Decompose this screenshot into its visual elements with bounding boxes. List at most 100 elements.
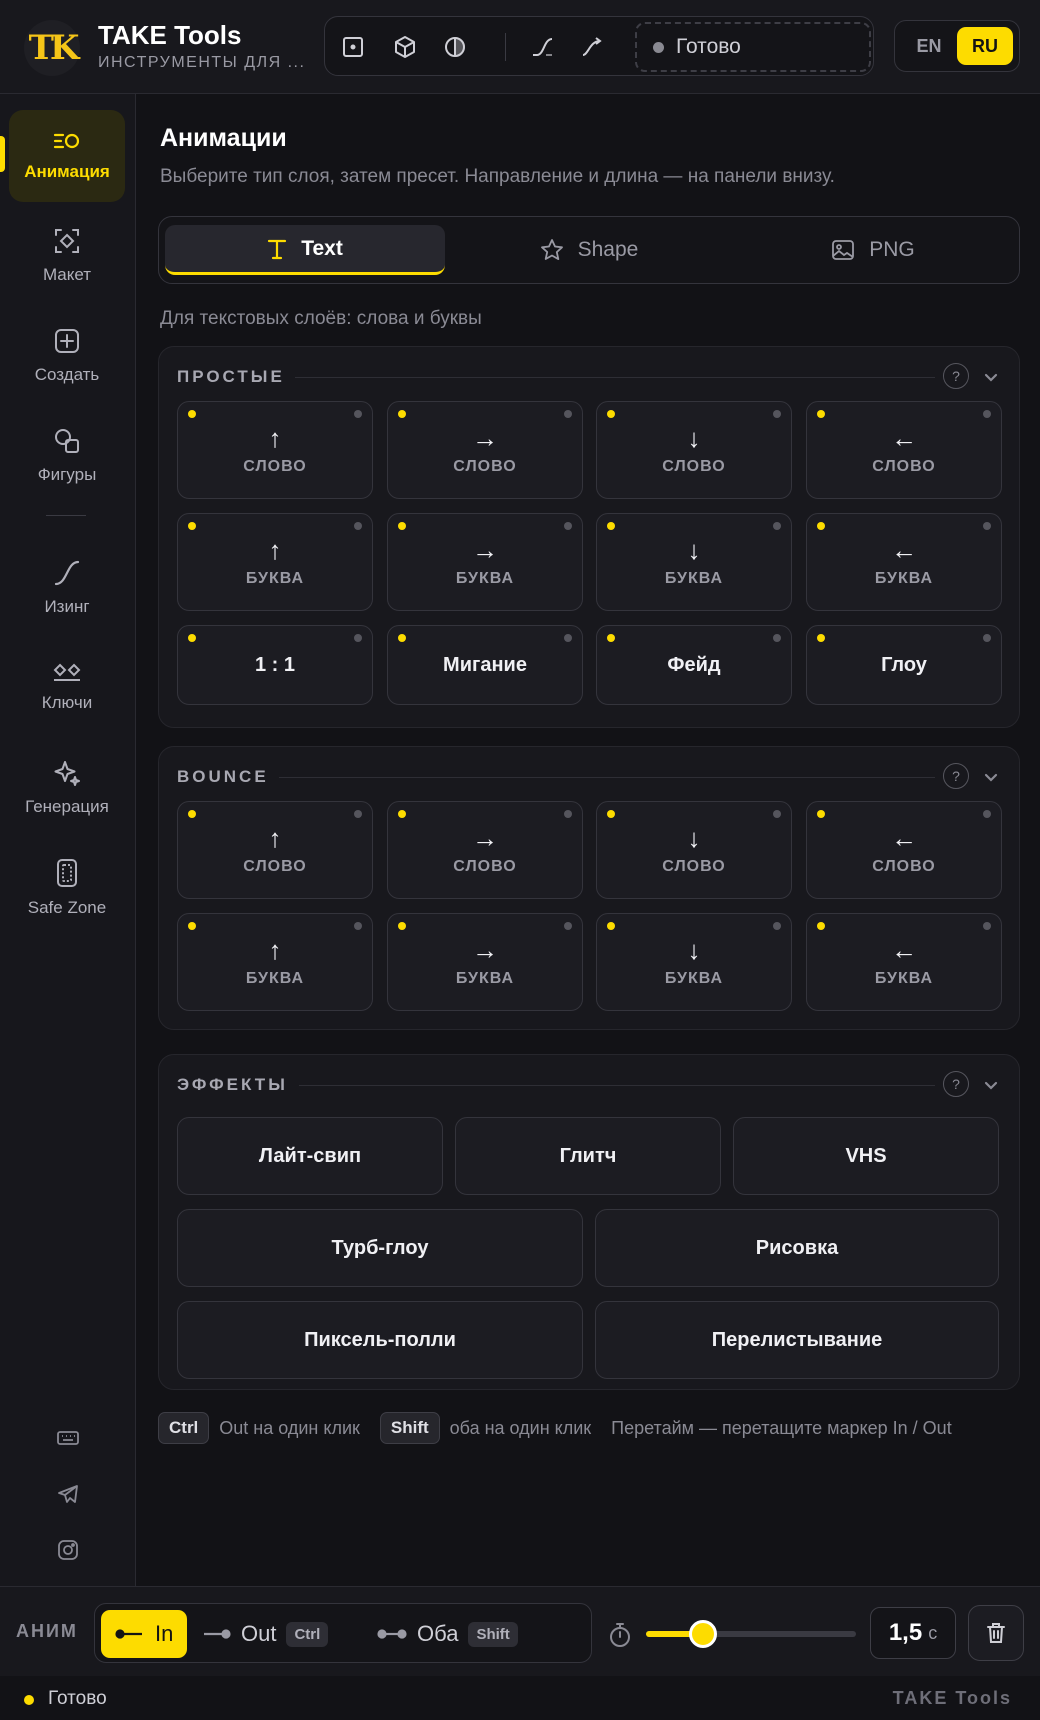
- mode-out-button[interactable]: Out Ctrl: [201, 1610, 329, 1658]
- sidebar-item-animation[interactable]: Анимация: [9, 110, 125, 202]
- out-dot: [564, 634, 572, 642]
- sidebar-item-keys[interactable]: Ключи: [9, 642, 125, 734]
- preset-card[interactable]: ↓ СЛОВО: [596, 801, 792, 899]
- layer-hint: Для текстовых слоёв: слова и буквы: [160, 308, 482, 329]
- effect-turb-glow[interactable]: Турб-глоу: [177, 1209, 583, 1287]
- effect-pixel-poly[interactable]: Пиксель-полли: [177, 1301, 583, 1379]
- section-effects: ЭФФЕКТЫ ? Лайт-свип Глитч VHS Турб-глоу …: [158, 1054, 1020, 1390]
- preset-card[interactable]: ↓ БУКВА: [596, 913, 792, 1011]
- sidebar-item-create[interactable]: Создать: [9, 310, 125, 402]
- sidebar-item-label: Макет: [42, 265, 92, 284]
- direction-arrow-icon: ↑: [268, 823, 282, 853]
- preset-card[interactable]: Мигание: [387, 625, 583, 705]
- active-indicator: [0, 136, 5, 172]
- in-dot: [817, 922, 825, 930]
- preset-card[interactable]: → БУКВА: [387, 913, 583, 1011]
- ease-out-icon[interactable]: [573, 27, 613, 67]
- preset-card[interactable]: → СЛОВО: [387, 401, 583, 499]
- ease-in-icon[interactable]: [523, 27, 563, 67]
- ctrl-key-badge: Ctrl: [158, 1412, 210, 1444]
- section-rule: [299, 1085, 935, 1086]
- tab-shape[interactable]: Shape: [449, 225, 729, 275]
- preset-card[interactable]: 1 : 1: [177, 625, 373, 705]
- duration-field[interactable]: 1,5 с: [870, 1607, 956, 1659]
- direction-arrow-icon: ↓: [687, 823, 701, 853]
- out-dot: [773, 922, 781, 930]
- keyboard-icon[interactable]: [54, 1424, 82, 1452]
- effect-light-sweep[interactable]: Лайт-свип: [177, 1117, 443, 1195]
- language-switcher: EN RU: [894, 20, 1020, 72]
- preset-card[interactable]: ↑ СЛОВО: [177, 401, 373, 499]
- lang-ru-button[interactable]: RU: [957, 27, 1013, 65]
- anchor-point-icon[interactable]: [333, 27, 373, 67]
- brand-label: TAKE Tools: [892, 1688, 1012, 1708]
- contrast-icon[interactable]: [435, 27, 475, 67]
- plus-square-icon: [55, 329, 79, 353]
- preset-label: СЛОВО: [662, 858, 726, 875]
- preset-card[interactable]: ← БУКВА: [806, 913, 1002, 1011]
- mode-in-button[interactable]: In: [101, 1610, 188, 1658]
- chevron-down-icon[interactable]: [981, 767, 1001, 787]
- tab-text[interactable]: Text: [165, 225, 445, 275]
- shortcut-hints: Ctrl Out на один клик Shift оба на один …: [158, 1410, 952, 1446]
- preset-label: Глоу: [881, 653, 927, 676]
- effect-page-flip[interactable]: Перелистывание: [595, 1301, 999, 1379]
- lang-en-button[interactable]: EN: [901, 27, 957, 65]
- preset-label: 1 : 1: [254, 653, 296, 676]
- help-icon[interactable]: ?: [943, 1071, 969, 1097]
- slider-knob[interactable]: [688, 1620, 717, 1648]
- help-icon[interactable]: ?: [943, 763, 969, 789]
- preset-card[interactable]: ↑ БУКВА: [177, 913, 373, 1011]
- tab-png[interactable]: PNG: [733, 225, 1013, 275]
- page-subtitle: Выберите тип слоя, затем пресет. Направл…: [160, 166, 835, 187]
- effect-glitch[interactable]: Глитч: [455, 1117, 721, 1195]
- trash-icon: [987, 1623, 1005, 1643]
- preset-card[interactable]: ← СЛОВО: [806, 801, 1002, 899]
- preset-card[interactable]: ↓ СЛОВО: [596, 401, 792, 499]
- preset-card[interactable]: ← БУКВА: [806, 513, 1002, 611]
- sidebar: Анимация Макет Создать Фигуры Изинг Ключ…: [0, 94, 136, 1586]
- app-title: TAKE Tools: [98, 20, 242, 50]
- mode-both-button[interactable]: Оба Shift: [377, 1610, 518, 1658]
- chevron-down-icon[interactable]: [981, 1075, 1001, 1095]
- instagram-icon[interactable]: [54, 1536, 82, 1564]
- telegram-icon[interactable]: [54, 1480, 82, 1508]
- effect-draw[interactable]: Рисовка: [595, 1209, 999, 1287]
- preset-card[interactable]: Фейд: [596, 625, 792, 705]
- out-dot: [354, 410, 362, 418]
- out-dot: [983, 634, 991, 642]
- sidebar-item-generation[interactable]: Генерация: [9, 742, 125, 834]
- preset-card[interactable]: → СЛОВО: [387, 801, 583, 899]
- preset-label: БУКВА: [455, 570, 515, 587]
- in-dot: [398, 810, 406, 818]
- delete-button[interactable]: [968, 1605, 1024, 1661]
- help-icon[interactable]: ?: [943, 363, 969, 389]
- preset-label: БУКВА: [664, 570, 724, 587]
- status-text: Готово: [48, 1688, 107, 1709]
- sidebar-item-easing[interactable]: Изинг: [9, 542, 125, 634]
- preset-card[interactable]: ↑ БУКВА: [177, 513, 373, 611]
- preset-card[interactable]: → БУКВА: [387, 513, 583, 611]
- duration-slider[interactable]: [646, 1620, 856, 1648]
- direction-arrow-icon: →: [472, 423, 498, 453]
- in-dot: [398, 522, 406, 530]
- chevron-down-icon[interactable]: [981, 367, 1001, 387]
- sidebar-item-shapes[interactable]: Фигуры: [9, 410, 125, 502]
- preset-card[interactable]: ↑ СЛОВО: [177, 801, 373, 899]
- preset-card[interactable]: ↓ БУКВА: [596, 513, 792, 611]
- preset-card[interactable]: ← СЛОВО: [806, 401, 1002, 499]
- preset-label: БУКВА: [245, 570, 305, 587]
- in-dot: [188, 410, 196, 418]
- direction-arrow-icon: →: [472, 823, 498, 853]
- sidebar-item-layout[interactable]: Макет: [9, 210, 125, 302]
- preset-card[interactable]: Глоу: [806, 625, 1002, 705]
- anim-mode-group: In Out Ctrl Оба Shift: [94, 1603, 592, 1663]
- ctrl-shortcut-desc: Out на один клик: [219, 1417, 360, 1438]
- in-dot: [188, 810, 196, 818]
- sidebar-item-safe-zone[interactable]: Safe Zone: [9, 842, 125, 934]
- preset-label: СЛОВО: [662, 458, 726, 475]
- cube-3d-icon[interactable]: [385, 27, 425, 67]
- shift-key-badge: Shift: [379, 1412, 440, 1444]
- effect-vhs[interactable]: VHS: [733, 1117, 999, 1195]
- easing-curve-icon: [54, 560, 80, 586]
